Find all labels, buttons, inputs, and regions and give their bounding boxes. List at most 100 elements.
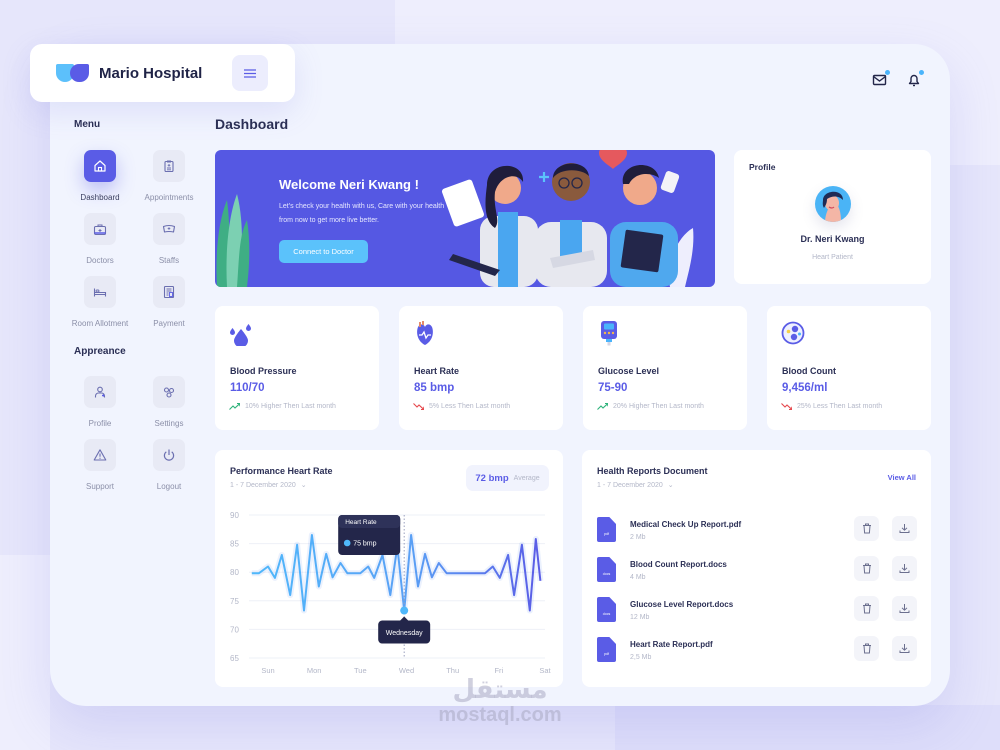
- sidebar-item-label: Appointments: [144, 193, 194, 202]
- watermark-latin: mostaql.com: [438, 704, 562, 726]
- download-report-button[interactable]: [892, 516, 917, 541]
- stat-card-heart-rate: Heart Rate 85 bmp 5% Less Then Last mont…: [399, 306, 563, 430]
- delete-report-button[interactable]: [854, 596, 879, 621]
- mail-button[interactable]: [872, 70, 890, 88]
- hamburger-menu-button[interactable]: [232, 55, 268, 91]
- profile-card-title: Profile: [749, 162, 776, 172]
- bed-icon: [93, 288, 107, 297]
- pdf-file-icon: pdf: [597, 637, 616, 662]
- sidebar-item-room-allotment[interactable]: Room Allotment: [60, 276, 140, 328]
- medical-kit-icon: [93, 224, 107, 236]
- download-report-button[interactable]: [892, 636, 917, 661]
- sidebar-item-profile[interactable]: Profile: [60, 376, 140, 428]
- warning-icon: [93, 449, 107, 461]
- chevron-down-icon: ⌄: [667, 482, 674, 489]
- logo-icon: [56, 64, 89, 82]
- docs-file-icon: docs: [597, 597, 616, 622]
- delete-report-button[interactable]: [854, 556, 879, 581]
- reports-date-range-dropdown[interactable]: 1 - 7 December 2020 ⌄: [597, 481, 674, 489]
- connect-to-doctor-button[interactable]: Connect to Doctor: [279, 240, 368, 263]
- sidebar-item-support[interactable]: Support: [60, 439, 140, 491]
- download-report-button[interactable]: [892, 596, 917, 621]
- banner-text: Let's check your health with us, Care wi…: [279, 203, 445, 224]
- sidebar-item-logout[interactable]: Logout: [129, 439, 209, 491]
- y-tick-label: 80: [230, 568, 239, 577]
- delete-report-button[interactable]: [854, 636, 879, 661]
- stat-trend-text: 20% Higher Then Last month: [613, 403, 704, 410]
- download-icon: [899, 524, 910, 533]
- y-tick-label: 85: [230, 540, 239, 549]
- user-icon: [94, 386, 106, 398]
- profile-card: Profile Dr. Neri Kwang Heart Patient: [734, 150, 931, 284]
- clipboard-icon: [164, 160, 174, 173]
- download-icon: [899, 564, 910, 573]
- background-block: [0, 555, 50, 750]
- tooltip-value: 75 bmp: [353, 541, 376, 548]
- x-tick-label: Sat: [539, 666, 551, 675]
- x-tick-label: Wed: [399, 666, 414, 675]
- sidebar-item-staffs[interactable]: Staffs: [129, 213, 209, 265]
- stat-trend: 5% Less Then Last month: [413, 403, 510, 410]
- view-all-link[interactable]: View All: [888, 473, 916, 482]
- menu-heading: Menu: [74, 119, 101, 130]
- header-actions: [872, 70, 924, 88]
- report-size: 12 Mb: [630, 614, 650, 621]
- watermark-arabic: مستقل: [452, 675, 548, 705]
- sidebar-item-doctors[interactable]: Doctors: [60, 213, 140, 265]
- stat-trend-text: 5% Less Then Last month: [429, 403, 511, 410]
- avatar[interactable]: [815, 186, 851, 222]
- hamburger-icon: [244, 68, 256, 78]
- stat-trend-text: 10% Higher Then Last month: [245, 403, 336, 410]
- report-name[interactable]: Blood Count Report.docs: [630, 560, 727, 569]
- trash-icon: [862, 523, 871, 534]
- highlight-point: [400, 606, 409, 615]
- power-icon: [163, 449, 175, 461]
- delete-report-button[interactable]: [854, 516, 879, 541]
- profile-subtitle: Heart Patient: [812, 254, 853, 261]
- trash-icon: [862, 643, 871, 654]
- y-tick-label: 65: [230, 654, 239, 663]
- report-name[interactable]: Glucose Level Report.docs: [630, 600, 733, 609]
- stat-value: 75-90: [598, 382, 628, 394]
- sidebar-item-label: Staffs: [158, 256, 180, 265]
- trend-down-icon: [413, 403, 424, 410]
- x-tick-label: Thu: [446, 666, 459, 675]
- sidebar-item-label: Doctors: [86, 256, 114, 265]
- health-reports-card: Health Reports Document 1 - 7 December 2…: [582, 450, 931, 687]
- heart-rate-line-chart: 90 85 80 75 70 65 Sun Mon Tue Wed Thu Fri Sat Heart R…: [230, 511, 552, 675]
- y-tick-label: 75: [230, 597, 239, 606]
- stat-value: 110/70: [230, 382, 265, 394]
- download-icon: [899, 604, 910, 613]
- download-report-button[interactable]: [892, 556, 917, 581]
- notification-dot: [885, 70, 890, 75]
- trend-up-icon: [597, 403, 608, 410]
- sidebar-item-label: Settings: [154, 419, 184, 428]
- heart-organ-icon: [417, 321, 433, 345]
- trash-icon: [862, 563, 871, 574]
- sidebar-item-dashboard[interactable]: Dashboard: [60, 150, 140, 202]
- stat-trend: 20% Higher Then Last month: [597, 403, 704, 410]
- pdf-file-icon: pdf: [597, 517, 616, 542]
- stat-label: Blood Count: [782, 366, 836, 376]
- trend-up-icon: [229, 403, 240, 410]
- report-name[interactable]: Heart Rate Report.pdf: [630, 640, 713, 649]
- stat-trend-text: 25% Less Then Last month: [797, 403, 883, 410]
- stat-trend: 25% Less Then Last month: [781, 403, 882, 410]
- watermark: مستقل mostaql.com: [430, 675, 570, 725]
- brand-name: Mario Hospital: [99, 64, 203, 82]
- download-icon: [899, 644, 910, 653]
- sidebar-item-payment[interactable]: Payment: [129, 276, 209, 328]
- stat-label: Heart Rate: [414, 366, 460, 376]
- day-label-pointer: [400, 616, 409, 621]
- appearance-heading: Appreance: [74, 346, 126, 357]
- avatar-illustration: [822, 191, 843, 222]
- glucose-meter-icon: [601, 321, 617, 346]
- sidebar-item-settings[interactable]: Settings: [129, 376, 209, 428]
- report-name[interactable]: Medical Check Up Report.pdf: [630, 520, 741, 529]
- sidebar-item-appointments[interactable]: Appointments: [129, 150, 209, 202]
- sidebar-item-label: Profile: [88, 419, 112, 428]
- notification-dot: [919, 70, 924, 75]
- report-size: 2,5 Mb: [630, 654, 652, 661]
- page-title: Dashboard: [215, 116, 289, 132]
- notifications-button[interactable]: [906, 70, 924, 88]
